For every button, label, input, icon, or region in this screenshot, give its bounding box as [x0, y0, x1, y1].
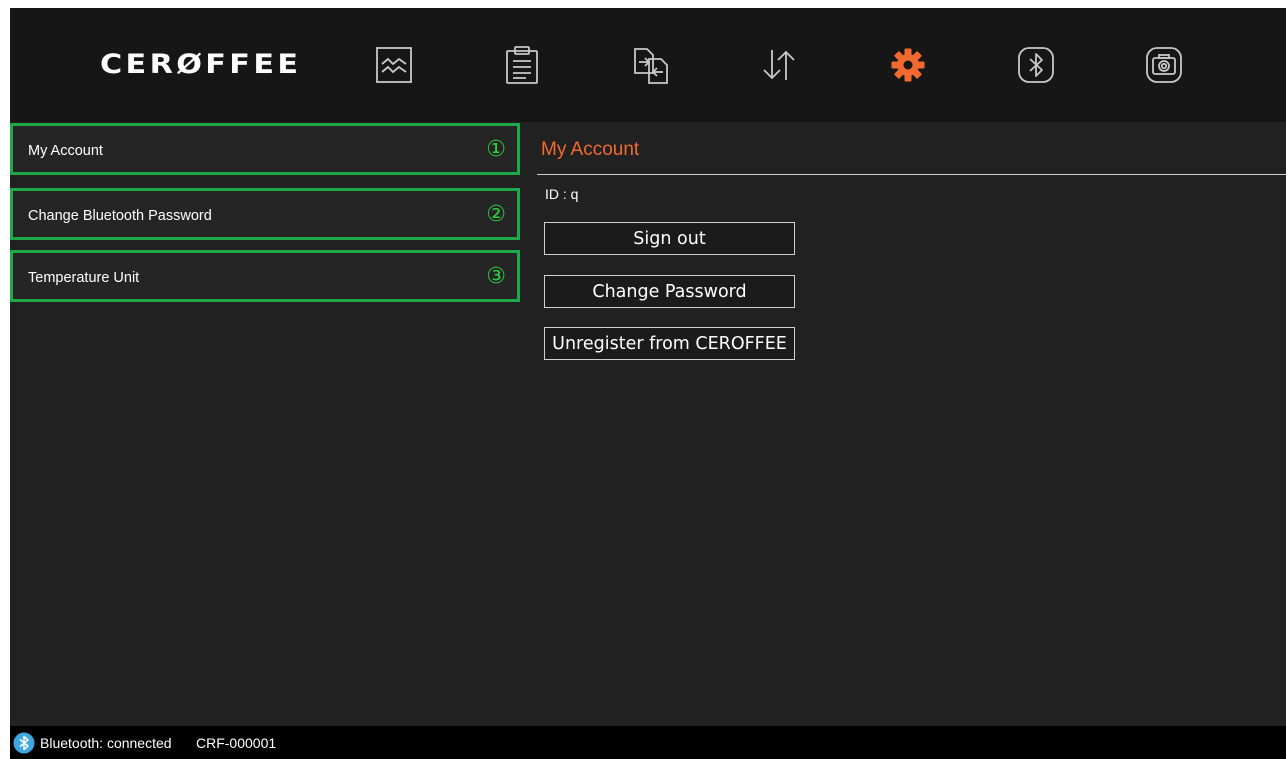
- sort-arrows-icon[interactable]: [759, 45, 799, 85]
- ceroffee-logo: CERØFFEE: [100, 49, 302, 80]
- number-marker: ②: [486, 202, 506, 227]
- sidebar-item-label: Change Bluetooth Password: [28, 208, 212, 224]
- number-marker: ③: [486, 264, 506, 289]
- unregister-button[interactable]: Unregister from CEROFFEE: [544, 327, 795, 360]
- sidebar-item-label: Temperature Unit: [28, 270, 140, 286]
- bluetooth-icon[interactable]: [1016, 45, 1056, 85]
- bluetooth-status-text: Bluetooth: connected: [40, 735, 172, 751]
- camera-icon[interactable]: [1144, 45, 1184, 85]
- clipboard-icon[interactable]: [502, 45, 542, 85]
- bluetooth-status-icon: [13, 732, 35, 754]
- sidebar-item-label: My Account: [28, 143, 103, 159]
- chart-icon[interactable]: [374, 45, 414, 85]
- number-marker: ①: [486, 137, 506, 162]
- account-id-text: ID : q: [545, 186, 579, 202]
- sidebar-item-change-bluetooth-password[interactable]: Change Bluetooth Password ②: [10, 188, 520, 240]
- panel-title: My Account: [541, 139, 640, 160]
- divider: [537, 174, 1286, 175]
- gear-icon[interactable]: [888, 45, 928, 85]
- sidebar-item-my-account[interactable]: My Account ①: [10, 123, 520, 175]
- device-id-text: CRF-000001: [196, 735, 277, 751]
- change-password-button[interactable]: Change Password: [544, 275, 795, 308]
- top-navigation-bar: CERØFFEE: [10, 8, 1286, 122]
- status-bar: Bluetooth: connected CRF-000001: [10, 726, 1286, 759]
- file-transfer-icon[interactable]: [631, 45, 671, 85]
- sign-out-button[interactable]: Sign out: [544, 222, 795, 255]
- app-window: CERØFFEE My Account ① Change Bluetooth P…: [10, 8, 1286, 759]
- sidebar-item-temperature-unit[interactable]: Temperature Unit ③: [10, 250, 520, 302]
